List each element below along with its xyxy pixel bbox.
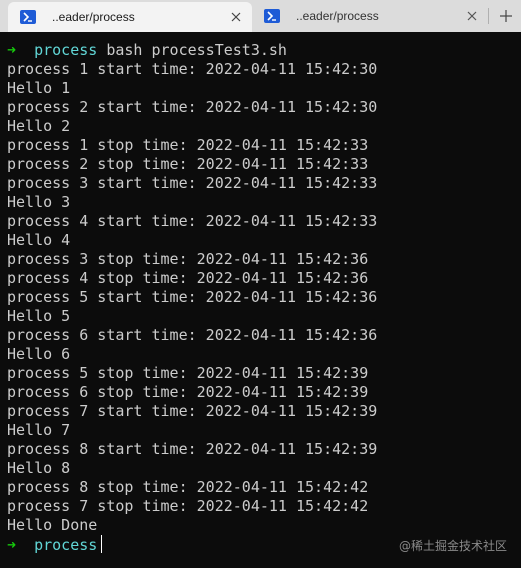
tab-active[interactable]: ..eader/process — [8, 2, 252, 32]
output-line: process 8 start time: 2022-04-11 15:42:3… — [7, 440, 378, 458]
command-line: ➜ process bash processTest3.sh — [7, 41, 521, 60]
prompt-directory: process — [34, 536, 98, 554]
output-line: process 1 stop time: 2022-04-11 15:42:33 — [7, 136, 369, 154]
close-icon[interactable] — [464, 8, 480, 24]
output-line: process 5 stop time: 2022-04-11 15:42:39 — [7, 364, 369, 382]
output-line: Hello 4 — [7, 231, 71, 249]
powershell-icon — [264, 9, 280, 23]
text-cursor — [101, 535, 103, 553]
output-line: Hello 7 — [7, 421, 71, 439]
prompt-directory: process — [34, 41, 98, 59]
prompt-arrow: ➜ — [7, 536, 17, 554]
output-line: Hello 2 — [7, 117, 71, 135]
output-line: Hello 5 — [7, 307, 71, 325]
tab-title: ..eader/process — [52, 10, 135, 24]
plus-icon[interactable] — [496, 6, 516, 26]
terminal-output[interactable]: ➜ process bash processTest3.sh process 1… — [0, 32, 521, 568]
prompt-arrow: ➜ — [7, 41, 17, 59]
output-line: Hello 8 — [7, 459, 71, 477]
tab-bar: ..eader/process ..eader/process — [0, 0, 521, 32]
output-line: Hello 6 — [7, 345, 71, 363]
command-text: bash processTest3.sh — [106, 41, 287, 59]
output-line: process 8 stop time: 2022-04-11 15:42:42 — [7, 478, 369, 496]
output-line: process 2 start time: 2022-04-11 15:42:3… — [7, 98, 378, 116]
output-line: Hello Done — [7, 516, 98, 534]
output-line: process 6 stop time: 2022-04-11 15:42:39 — [7, 383, 369, 401]
output-line: Hello 3 — [7, 193, 71, 211]
tab-separator — [488, 8, 489, 24]
output-line: process 4 stop time: 2022-04-11 15:42:36 — [7, 269, 369, 287]
watermark: @稀土掘金技术社区 — [398, 539, 507, 553]
tab-title: ..eader/process — [296, 9, 379, 23]
output-line: process 3 stop time: 2022-04-11 15:42:36 — [7, 250, 369, 268]
output-line: process 5 start time: 2022-04-11 15:42:3… — [7, 288, 378, 306]
tab-inactive[interactable]: ..eader/process — [252, 0, 488, 32]
output-line: process 7 stop time: 2022-04-11 15:42:42 — [7, 497, 369, 515]
output-line: process 3 start time: 2022-04-11 15:42:3… — [7, 174, 378, 192]
output-line: process 6 start time: 2022-04-11 15:42:3… — [7, 326, 378, 344]
output-line: Hello 1 — [7, 79, 71, 97]
output-line: process 1 start time: 2022-04-11 15:42:3… — [7, 60, 378, 78]
terminal-window: ..eader/process ..eader/process ➜ proces… — [0, 0, 521, 568]
output-line: process 4 start time: 2022-04-11 15:42:3… — [7, 212, 378, 230]
output-line: process 2 stop time: 2022-04-11 15:42:33 — [7, 155, 369, 173]
close-icon[interactable] — [228, 9, 244, 25]
powershell-icon — [20, 10, 36, 24]
output-line: process 7 start time: 2022-04-11 15:42:3… — [7, 402, 378, 420]
